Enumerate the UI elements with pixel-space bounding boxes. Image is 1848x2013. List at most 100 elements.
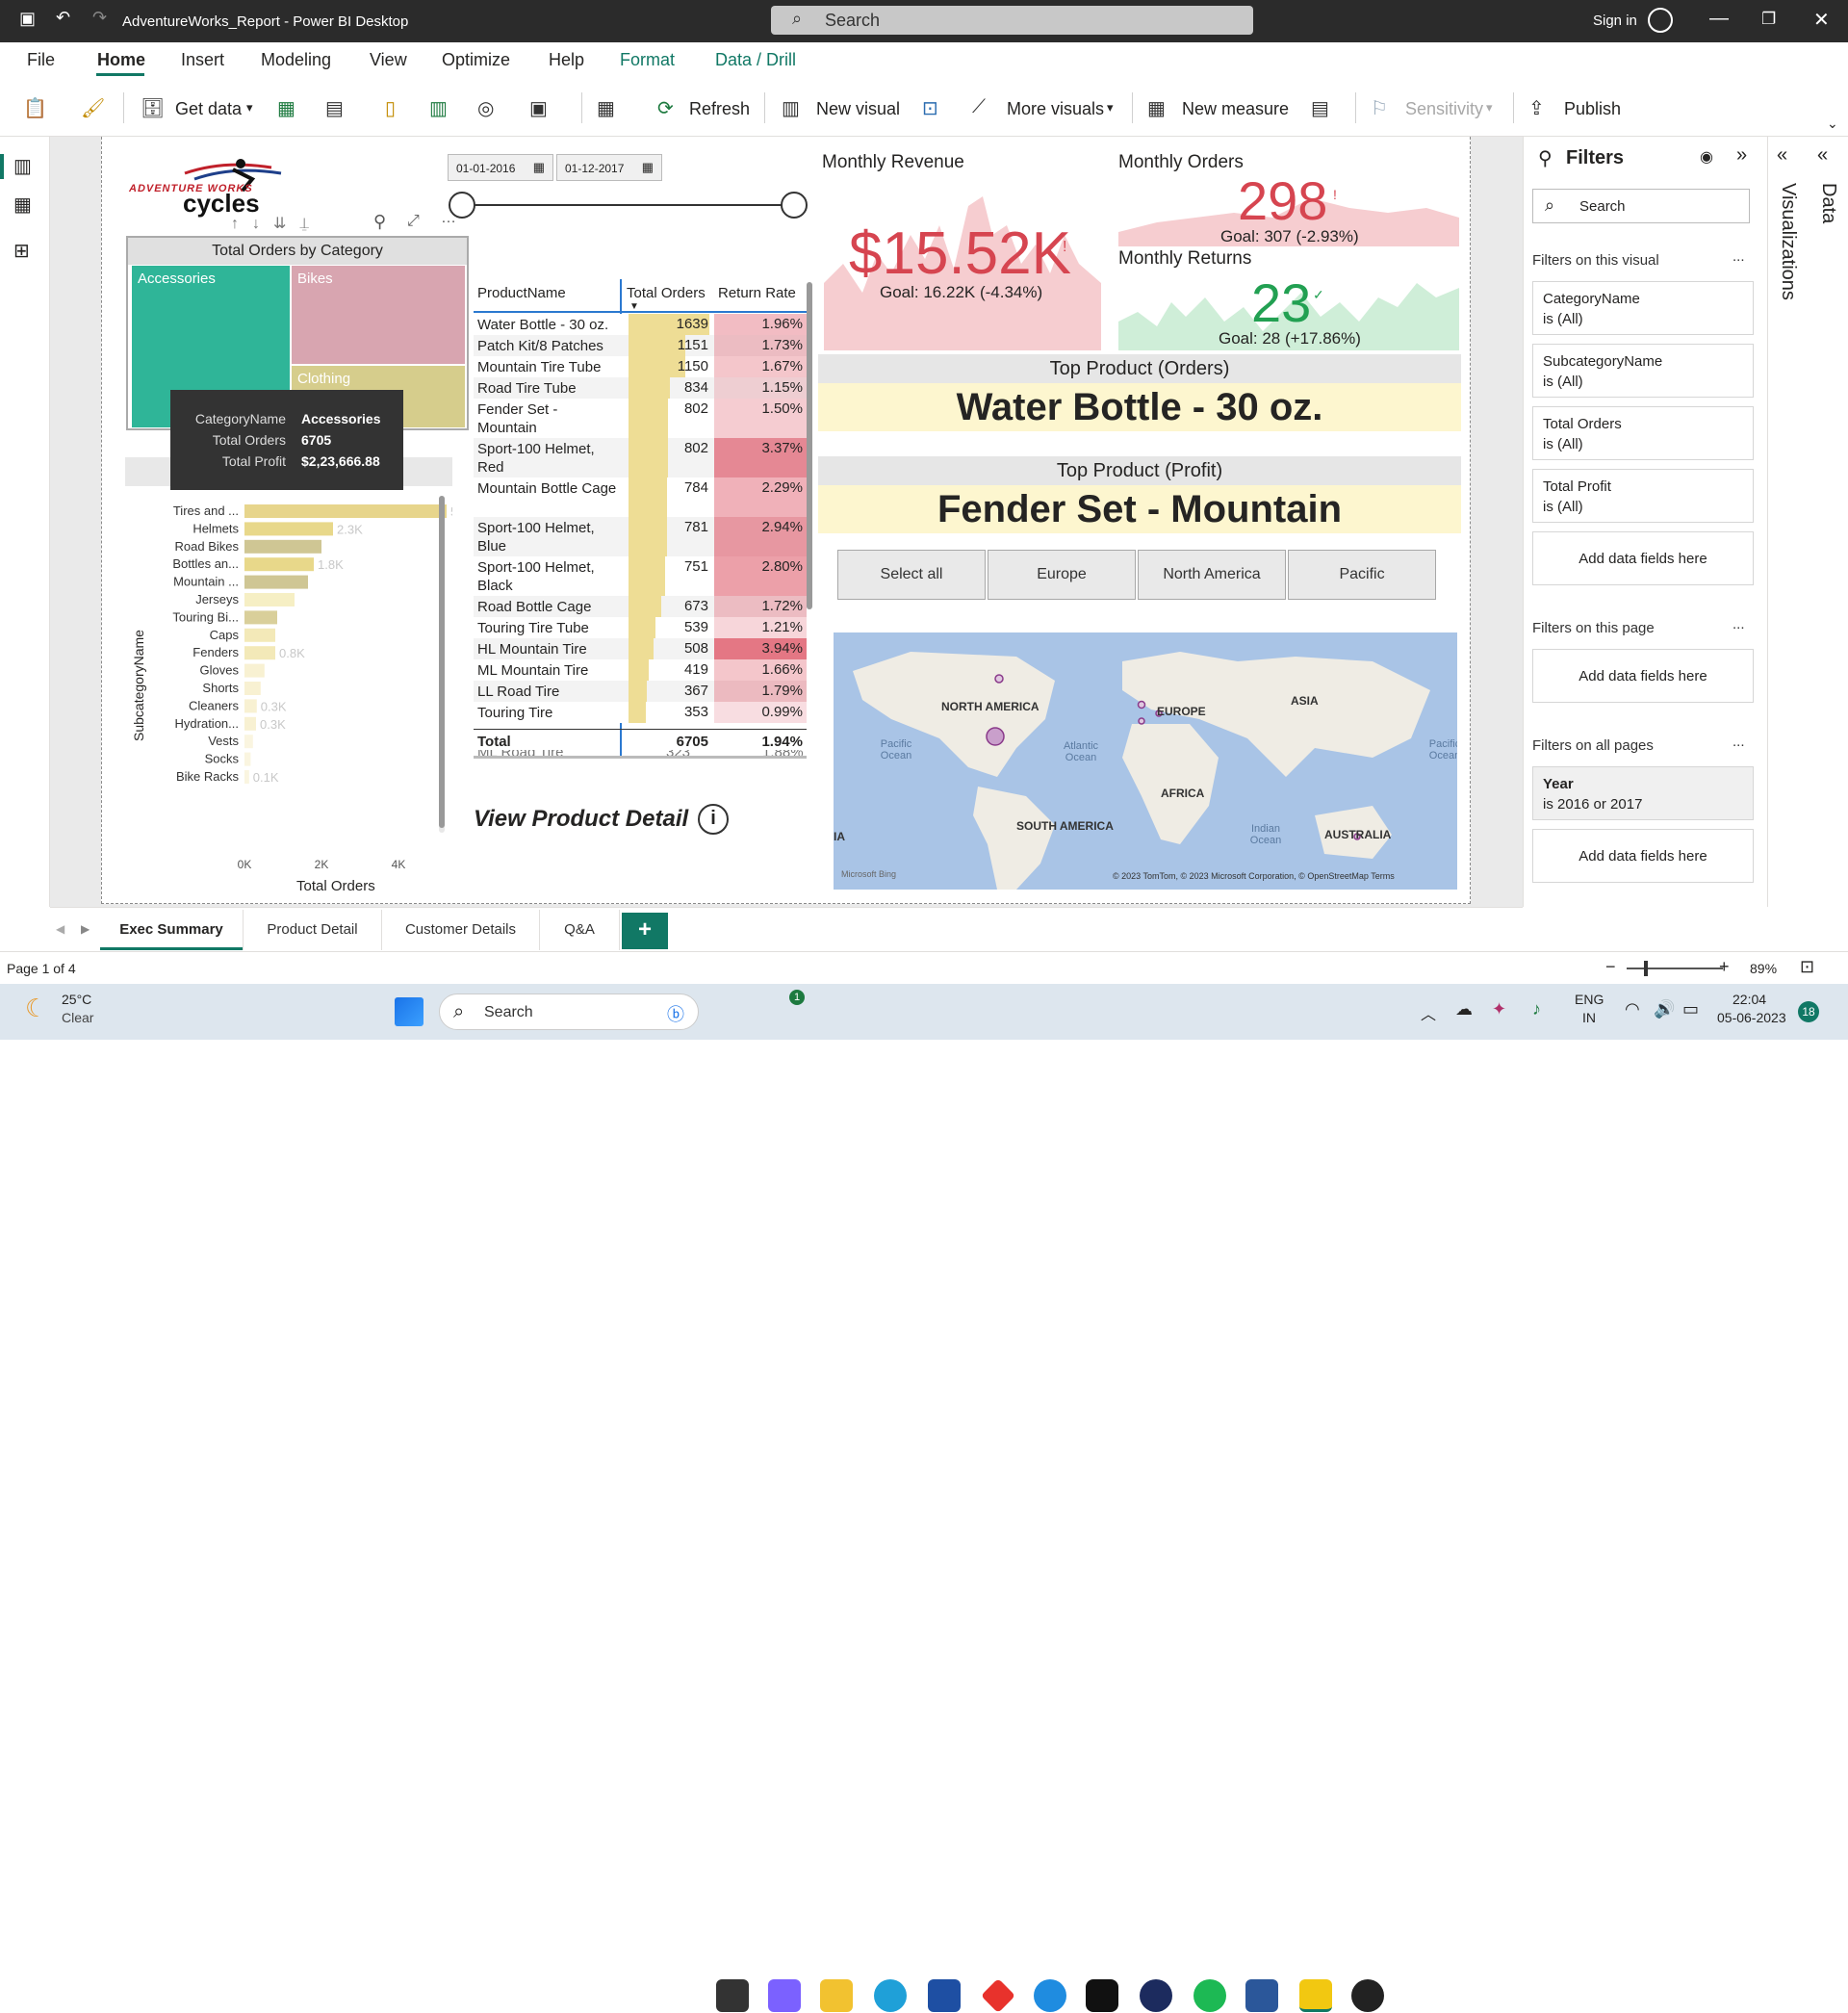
menu-help[interactable]: Help [549, 50, 584, 70]
refresh-button[interactable]: Refresh [689, 99, 750, 119]
dataverse-icon[interactable]: ▯ [385, 96, 396, 120]
filter-card-total-orders[interactable]: Total Orders is (All) [1532, 406, 1754, 460]
report-view-icon[interactable]: ▥ [13, 154, 32, 178]
subcategory-bar-chart[interactable]: Tires and ... 5.5K Helmets 2.3K Road Bikes Bo… [125, 486, 476, 890]
power-bi-icon[interactable] [1299, 1979, 1332, 2012]
table-row[interactable]: Mountain Bottle Cage 784 2.29% [474, 477, 807, 517]
title-search-box[interactable]: ⌕ Search [771, 6, 1253, 35]
onelake-icon[interactable]: ▤ [325, 96, 344, 120]
table-row[interactable]: Fender Set - Mountain 802 1.50% [474, 399, 807, 438]
more-visuals-button[interactable]: More visuals [1007, 99, 1104, 119]
info-icon[interactable]: i [698, 804, 729, 835]
fit-to-page-icon[interactable]: ⊡ [1800, 957, 1814, 977]
table-row[interactable]: Road Tire Tube 834 1.15% [474, 377, 807, 399]
microphone-icon[interactable]: ♪ [1532, 999, 1541, 1019]
collapse-ribbon-icon[interactable]: ⌄ [1827, 116, 1838, 132]
map-credit[interactable]: © 2023 TomTom, © 2023 Microsoft Corporat… [1113, 871, 1395, 881]
region-select-all-button[interactable]: Select all [837, 550, 986, 600]
chat-icon[interactable] [768, 1979, 801, 2012]
visualizations-tab[interactable]: Visualizations [1777, 183, 1799, 300]
transform-data-icon[interactable]: ▦ [597, 96, 615, 120]
minimize-icon[interactable]: — [1709, 8, 1729, 30]
new-measure-button[interactable]: New measure [1182, 99, 1289, 119]
recent-sources-icon[interactable]: ▣ [529, 96, 548, 120]
calendar-icon[interactable]: ▦ [533, 160, 545, 175]
zoom-slider-track[interactable] [1627, 968, 1723, 969]
new-visual-button[interactable]: New visual [816, 99, 900, 119]
file-explorer-icon[interactable] [820, 1979, 853, 2012]
tab-exec-summary[interactable]: Exec Summary [100, 910, 243, 950]
menu-modeling[interactable]: Modeling [261, 50, 331, 70]
card-top-product-orders[interactable]: Top Product (Orders) Water Bottle - 30 o… [818, 354, 1461, 433]
redo-icon[interactable]: ↷ [92, 8, 107, 28]
product-table[interactable]: ProductName Total Orders Return Rate ▼ W… [474, 279, 812, 761]
table-row[interactable]: HL Mountain Tire 508 3.94% [474, 638, 807, 659]
filters-search-input[interactable]: ⌕ Search [1532, 189, 1750, 223]
bar-mark[interactable] [244, 682, 261, 695]
chevron-down-icon[interactable]: ▾ [246, 100, 253, 116]
kpi-monthly-revenue[interactable]: Monthly Revenue $15.52K ! Goal: 16.22K (… [820, 150, 1101, 350]
kpi-monthly-returns[interactable]: Monthly Returns 23 ✓ Goal: 28 (+17.86%) [1116, 246, 1459, 350]
bar-mark[interactable] [244, 699, 257, 713]
add-page-button[interactable]: + [622, 913, 668, 949]
app-globe-icon[interactable] [1140, 1979, 1172, 2012]
bar-mark[interactable] [244, 522, 333, 536]
battery-icon[interactable]: ▭ [1682, 999, 1699, 1019]
bar-mark[interactable] [244, 557, 314, 572]
add-page-filter-dropzone[interactable]: Add data fields here [1532, 649, 1754, 703]
task-view-icon[interactable] [716, 1979, 749, 2012]
notification-badge[interactable]: 18 [1798, 1001, 1819, 1022]
table-row[interactable]: Water Bottle - 30 oz. 1639 1.96% [474, 314, 807, 335]
paste-icon[interactable]: 📋 [23, 96, 47, 120]
table-scrollbar[interactable] [807, 282, 812, 609]
spotify-icon[interactable] [1194, 1979, 1226, 2012]
filter-card-category[interactable]: CategoryName is (All) [1532, 281, 1754, 335]
wifi-icon[interactable]: ◠ [1625, 999, 1640, 1019]
zoom-slider-thumb[interactable] [1644, 961, 1648, 976]
tab-customer-details[interactable]: Customer Details [381, 910, 539, 950]
table-row[interactable]: Road Bottle Cage 673 1.72% [474, 596, 807, 617]
bar-mark[interactable] [244, 504, 447, 518]
quick-measure-icon[interactable]: ▤ [1311, 96, 1329, 120]
undo-icon[interactable]: ↶ [56, 8, 70, 28]
tab-qa[interactable]: Q&A [539, 910, 620, 950]
data-tab[interactable]: Data [1817, 183, 1839, 223]
tab-product-detail[interactable]: Product Detail [243, 910, 381, 950]
zoom-out-icon[interactable]: − [1605, 957, 1616, 977]
end-date-input[interactable]: 01-12-2017 ▦ [556, 154, 662, 181]
table-row[interactable]: LL Road Tire 367 1.79% [474, 681, 807, 702]
word-icon[interactable] [1245, 1979, 1278, 2012]
eye-icon[interactable]: ◉ [1700, 147, 1713, 167]
more-options-icon[interactable]: ... [1732, 248, 1745, 265]
bar-mark[interactable] [244, 735, 253, 749]
weather-status[interactable]: Clear [62, 1010, 93, 1025]
text-box-icon[interactable]: ⊡ [922, 96, 938, 120]
bar-mark[interactable] [244, 610, 277, 625]
sales-map[interactable]: NORTH AMERICA EUROPE ASIA AFRICA SOUTH A… [834, 632, 1457, 890]
bar-mark[interactable] [244, 539, 321, 554]
signin-link[interactable]: Sign in [1593, 13, 1637, 29]
table-row[interactable]: Touring Tire 353 0.99% [474, 702, 807, 723]
enter-data-icon[interactable]: ▥ [429, 96, 448, 120]
bar-mark[interactable] [244, 593, 295, 606]
table-row[interactable]: Touring Tire Tube 539 1.21% [474, 617, 807, 638]
clock-time[interactable]: 22:04 [1732, 992, 1766, 1007]
save-icon[interactable]: ▣ [19, 9, 36, 29]
add-report-filter-dropzone[interactable]: Add data fields here [1532, 829, 1754, 883]
get-data-button[interactable]: Get data [175, 99, 242, 119]
date-slider-track[interactable] [462, 204, 794, 206]
app-tray-icon[interactable]: ✦ [1492, 999, 1506, 1019]
language-indicator[interactable]: ENG [1575, 992, 1604, 1007]
chevron-down-icon[interactable]: ▾ [1107, 100, 1114, 116]
bar-chart-scrollbar[interactable] [439, 496, 445, 833]
table-row[interactable]: Patch Kit/8 Patches 1151 1.73% [474, 335, 807, 356]
more-options-icon[interactable]: ... [1732, 734, 1745, 750]
bar-mark[interactable] [244, 716, 256, 731]
taskbar-search-box[interactable]: ⌕ Search ⓑ [439, 994, 699, 1030]
region-europe-button[interactable]: Europe [988, 550, 1136, 600]
table-row[interactable]: Sport-100 Helmet, Blue 781 2.94% [474, 517, 807, 556]
tab-scroll-left-icon[interactable]: ◀ [56, 922, 64, 936]
onedrive-icon[interactable]: ☁ [1455, 999, 1473, 1019]
kpi-monthly-orders[interactable]: Monthly Orders 298 ! Goal: 307 (-2.93%) [1116, 150, 1459, 246]
bar-mark[interactable] [244, 770, 249, 784]
